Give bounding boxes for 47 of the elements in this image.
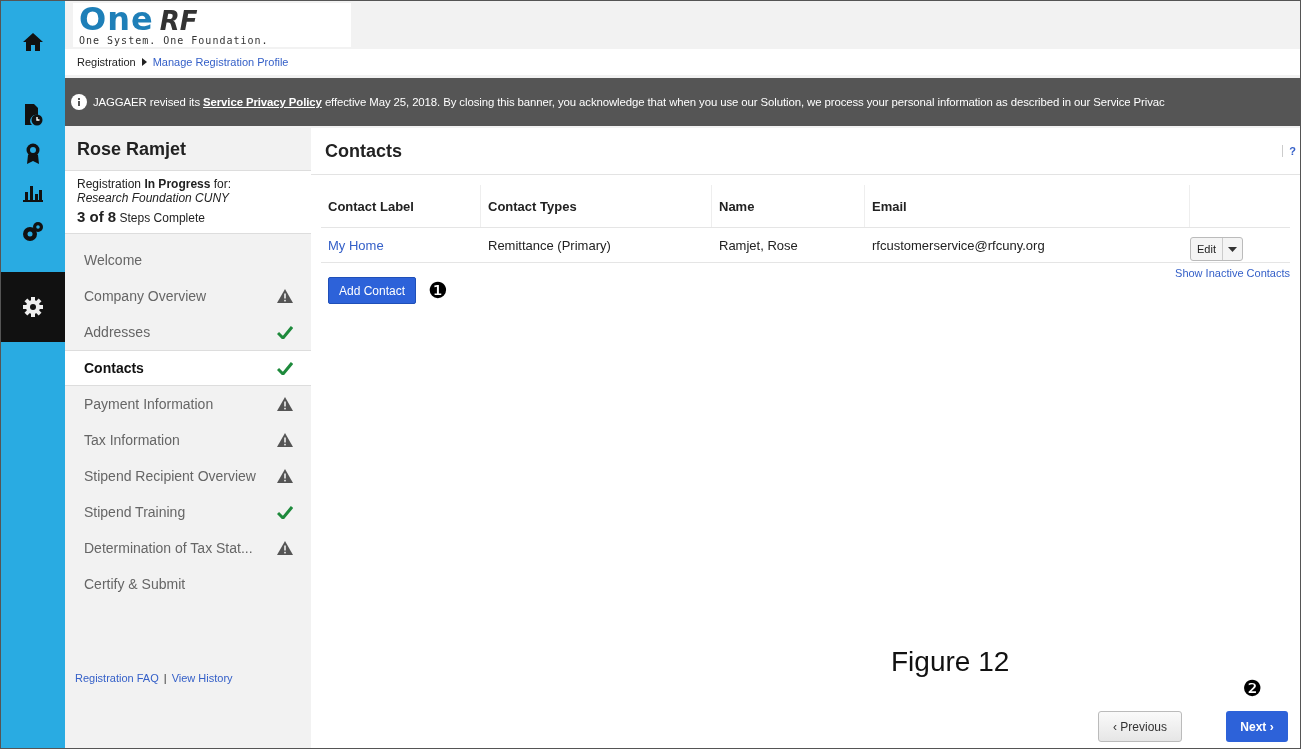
contact-label-link[interactable]: My Home xyxy=(321,228,481,262)
table-cell-text: Remittance (Primary) xyxy=(487,236,612,255)
edit-split-button[interactable]: Edit xyxy=(1190,237,1243,261)
organization-name: Research Foundation CUNY xyxy=(77,191,231,205)
steps-count: 3 of 8 xyxy=(77,208,117,225)
gears-icon xyxy=(22,221,44,243)
page-title: Contacts xyxy=(325,140,402,162)
home-icon xyxy=(22,32,44,52)
figure-caption: Figure 12 xyxy=(891,646,1010,678)
column-header: Contact Label xyxy=(321,185,481,227)
document-clock-icon xyxy=(23,103,43,127)
privacy-policy-link[interactable]: Service Privacy Policy xyxy=(203,96,322,108)
caret-icon xyxy=(141,58,147,66)
caret-icon xyxy=(1227,246,1237,252)
link-separator: | xyxy=(163,672,167,684)
award-icon xyxy=(25,143,41,165)
steps-label: Steps Complete xyxy=(119,211,205,225)
step-item[interactable]: Payment Information xyxy=(65,386,311,422)
add-contact-button[interactable]: Add Contact xyxy=(328,277,417,304)
bar-chart-icon xyxy=(22,184,44,202)
next-button[interactable]: Next › xyxy=(1226,711,1288,742)
callout-marker: ❶ xyxy=(428,278,448,303)
history-link[interactable]: View History xyxy=(171,672,233,684)
info-icon xyxy=(71,94,87,110)
table-cell-text: rfcustomerservice@rfcuny.org xyxy=(871,236,1046,255)
previous-button[interactable]: ‹ Previous xyxy=(1098,711,1182,742)
step-item[interactable]: Stipend Recipient Overview xyxy=(65,458,311,494)
step-item[interactable]: Tax Information xyxy=(65,422,311,458)
faq-link[interactable]: Registration FAQ xyxy=(75,672,159,684)
breadcrumb-item: Registration xyxy=(77,56,136,68)
step-item[interactable]: Welcome xyxy=(65,242,311,278)
column-header: Contact Types xyxy=(481,185,712,227)
breadcrumb-link[interactable]: Manage Registration Profile xyxy=(152,56,289,68)
column-header: Email xyxy=(865,185,1190,227)
step-item[interactable]: Contacts xyxy=(65,350,311,386)
callout-marker: ❷ xyxy=(1242,676,1262,701)
table-cell-text: Ramjet, Rose xyxy=(718,236,799,255)
step-item[interactable]: Determination of Tax Stat... xyxy=(65,530,311,566)
step-item[interactable]: Company Overview xyxy=(65,278,311,314)
step-item[interactable]: Addresses xyxy=(65,314,311,350)
banner-text: JAGGAER revised its Service Privacy Policy effective May 25, 2018. By closing this banner, you acknowledge that when you use our Solution, we process your personal information as described in our Service Privac xyxy=(93,96,1165,108)
help-link[interactable]: ? xyxy=(1282,145,1296,157)
registration-status: Registration In Progress for: xyxy=(77,177,233,191)
column-header: Name xyxy=(712,185,865,227)
step-item[interactable]: Certify & Submit xyxy=(65,566,311,602)
logo: One RF One System. One Foundation. xyxy=(73,3,351,47)
step-item[interactable]: Stipend Training xyxy=(65,494,311,530)
